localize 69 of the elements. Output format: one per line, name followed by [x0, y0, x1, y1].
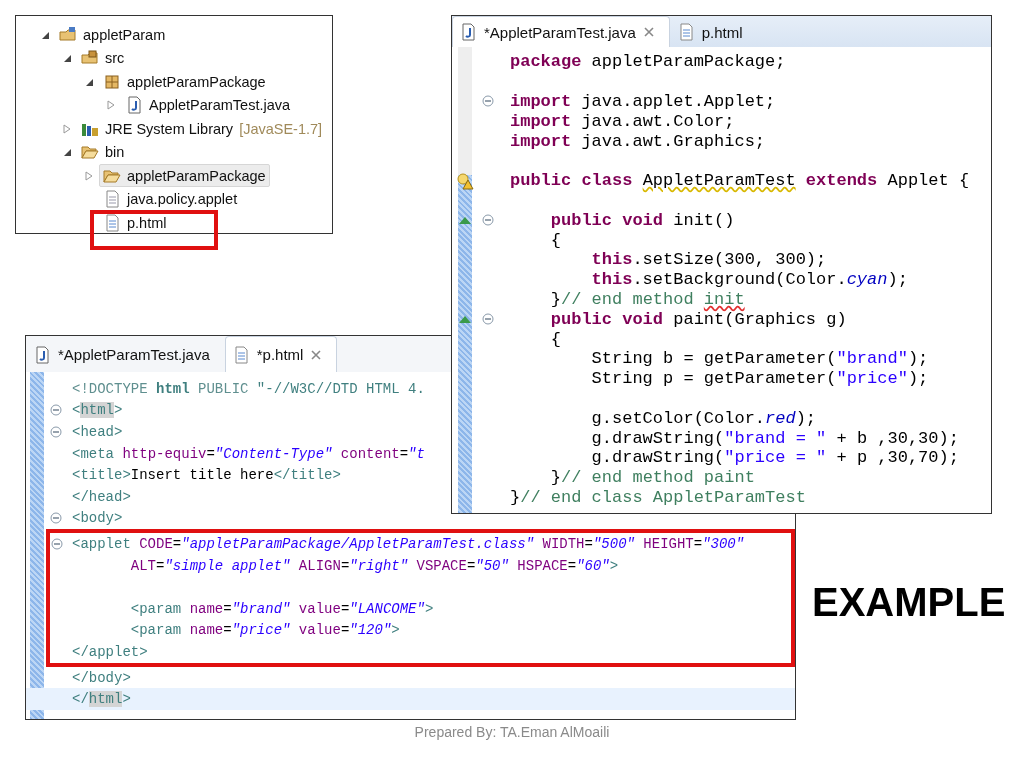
triangle-icon [458, 215, 472, 226]
expand-arrow-icon[interactable] [62, 53, 72, 64]
file-icon [103, 190, 121, 209]
collapse-icon[interactable] [50, 512, 62, 525]
code-line: import java.awt.Graphics; [509, 131, 766, 151]
tree-item[interactable]: src [77, 46, 129, 70]
code-line: g.drawString("price = " + p ,30,70); [590, 448, 959, 468]
code-line: { [549, 329, 561, 349]
code-line: public class AppletParamTest extends Applet { [509, 171, 970, 191]
code-line: { [549, 230, 561, 250]
collapse-icon[interactable] [482, 313, 494, 326]
triangle-icon [458, 314, 472, 325]
java-file-icon [459, 23, 477, 41]
tree-item[interactable]: appletParamPackage [99, 164, 270, 188]
code-line: <param name="brand" value="LANCOME"> [129, 600, 434, 617]
code-line: <html> [71, 402, 123, 419]
editor-tab[interactable]: p.html [669, 16, 758, 47]
tree-item[interactable]: AppletParamTest.java [121, 93, 295, 117]
expand-arrow-icon[interactable] [62, 147, 72, 158]
collapse-icon[interactable] [50, 426, 62, 438]
collapse-icon[interactable] [482, 214, 494, 227]
project-folder-icon [59, 25, 77, 44]
code-line: package appletParamPackage; [509, 52, 786, 72]
slide-heading: EXAMPLE [812, 580, 1006, 625]
code-line: this.setSize(300, 300); [590, 250, 827, 270]
code-line: <meta http-equiv="Content-Type" content="t [71, 445, 425, 462]
editor-tab[interactable]: *AppletParamTest.java [452, 16, 670, 47]
warning-icon [456, 171, 474, 190]
slide-footer: Prepared By: TA.Eman AlMoaili [0, 724, 1024, 740]
code-line: String b = getParameter("brand"); [590, 349, 929, 369]
code-line: import java.awt.Color; [509, 111, 735, 131]
tree-item[interactable]: appletParamPackage [99, 70, 270, 94]
folder-icon [81, 143, 99, 162]
collapse-icon[interactable] [482, 95, 494, 108]
code-line: </head> [71, 488, 131, 505]
java-file-icon [125, 96, 143, 115]
code-line: }// end class AppletParamTest [509, 487, 806, 507]
code-line: <head> [71, 424, 123, 440]
code-line: g.drawString("brand = " + b ,30,30); [590, 428, 959, 448]
code-line: import java.applet.Applet; [509, 92, 776, 111]
code-line: this.setBackground(Color.cyan); [590, 270, 908, 290]
code-line: </html> [71, 691, 131, 708]
collapse-icon[interactable] [51, 537, 63, 550]
code-line: g.setColor(Color.red); [590, 408, 817, 428]
code-line: }// end method init [549, 289, 745, 309]
code-line: </body> [71, 669, 131, 686]
tree-item[interactable]: appletParam [55, 23, 170, 47]
code-line: public void paint(Graphics g) [549, 309, 847, 329]
close-icon[interactable] [642, 26, 655, 38]
code-line: </applet> [71, 643, 148, 660]
code-line: <body> [71, 510, 123, 527]
code-line: <title>Insert title here</title> [71, 467, 341, 484]
editor-tab[interactable]: *AppletParamTest.java [26, 336, 225, 372]
code-line: <param name="price" value="120"> [129, 622, 400, 639]
code-line: ALT="simple applet" ALIGN="right" VSPACE="50" HSPACE="60"> [129, 557, 619, 574]
code-line: }// end method paint [549, 468, 755, 488]
close-icon[interactable] [310, 348, 323, 361]
java-file-icon [33, 345, 51, 364]
collapse-icon[interactable] [50, 404, 62, 417]
code-line: String p = getParameter("price"); [590, 369, 929, 389]
tree-item[interactable]: java.policy.applet [99, 187, 242, 211]
tree-item[interactable]: JRE System Library [JavaSE-1.7] [77, 117, 327, 141]
code-line: <applet CODE="appletParamPackage/AppletParamTest.class" WIDTH="500" HEIGHT="300" [71, 535, 745, 552]
tree-item[interactable]: p.html [99, 211, 171, 235]
package-icon [103, 72, 121, 91]
tree-item[interactable]: bin [77, 140, 129, 164]
code-line: public void init() [549, 210, 735, 230]
code-line: <!DOCTYPE html PUBLIC "-//W3C//DTD HTML 4. [71, 380, 425, 397]
editor-tab[interactable]: *p.html [224, 336, 338, 372]
